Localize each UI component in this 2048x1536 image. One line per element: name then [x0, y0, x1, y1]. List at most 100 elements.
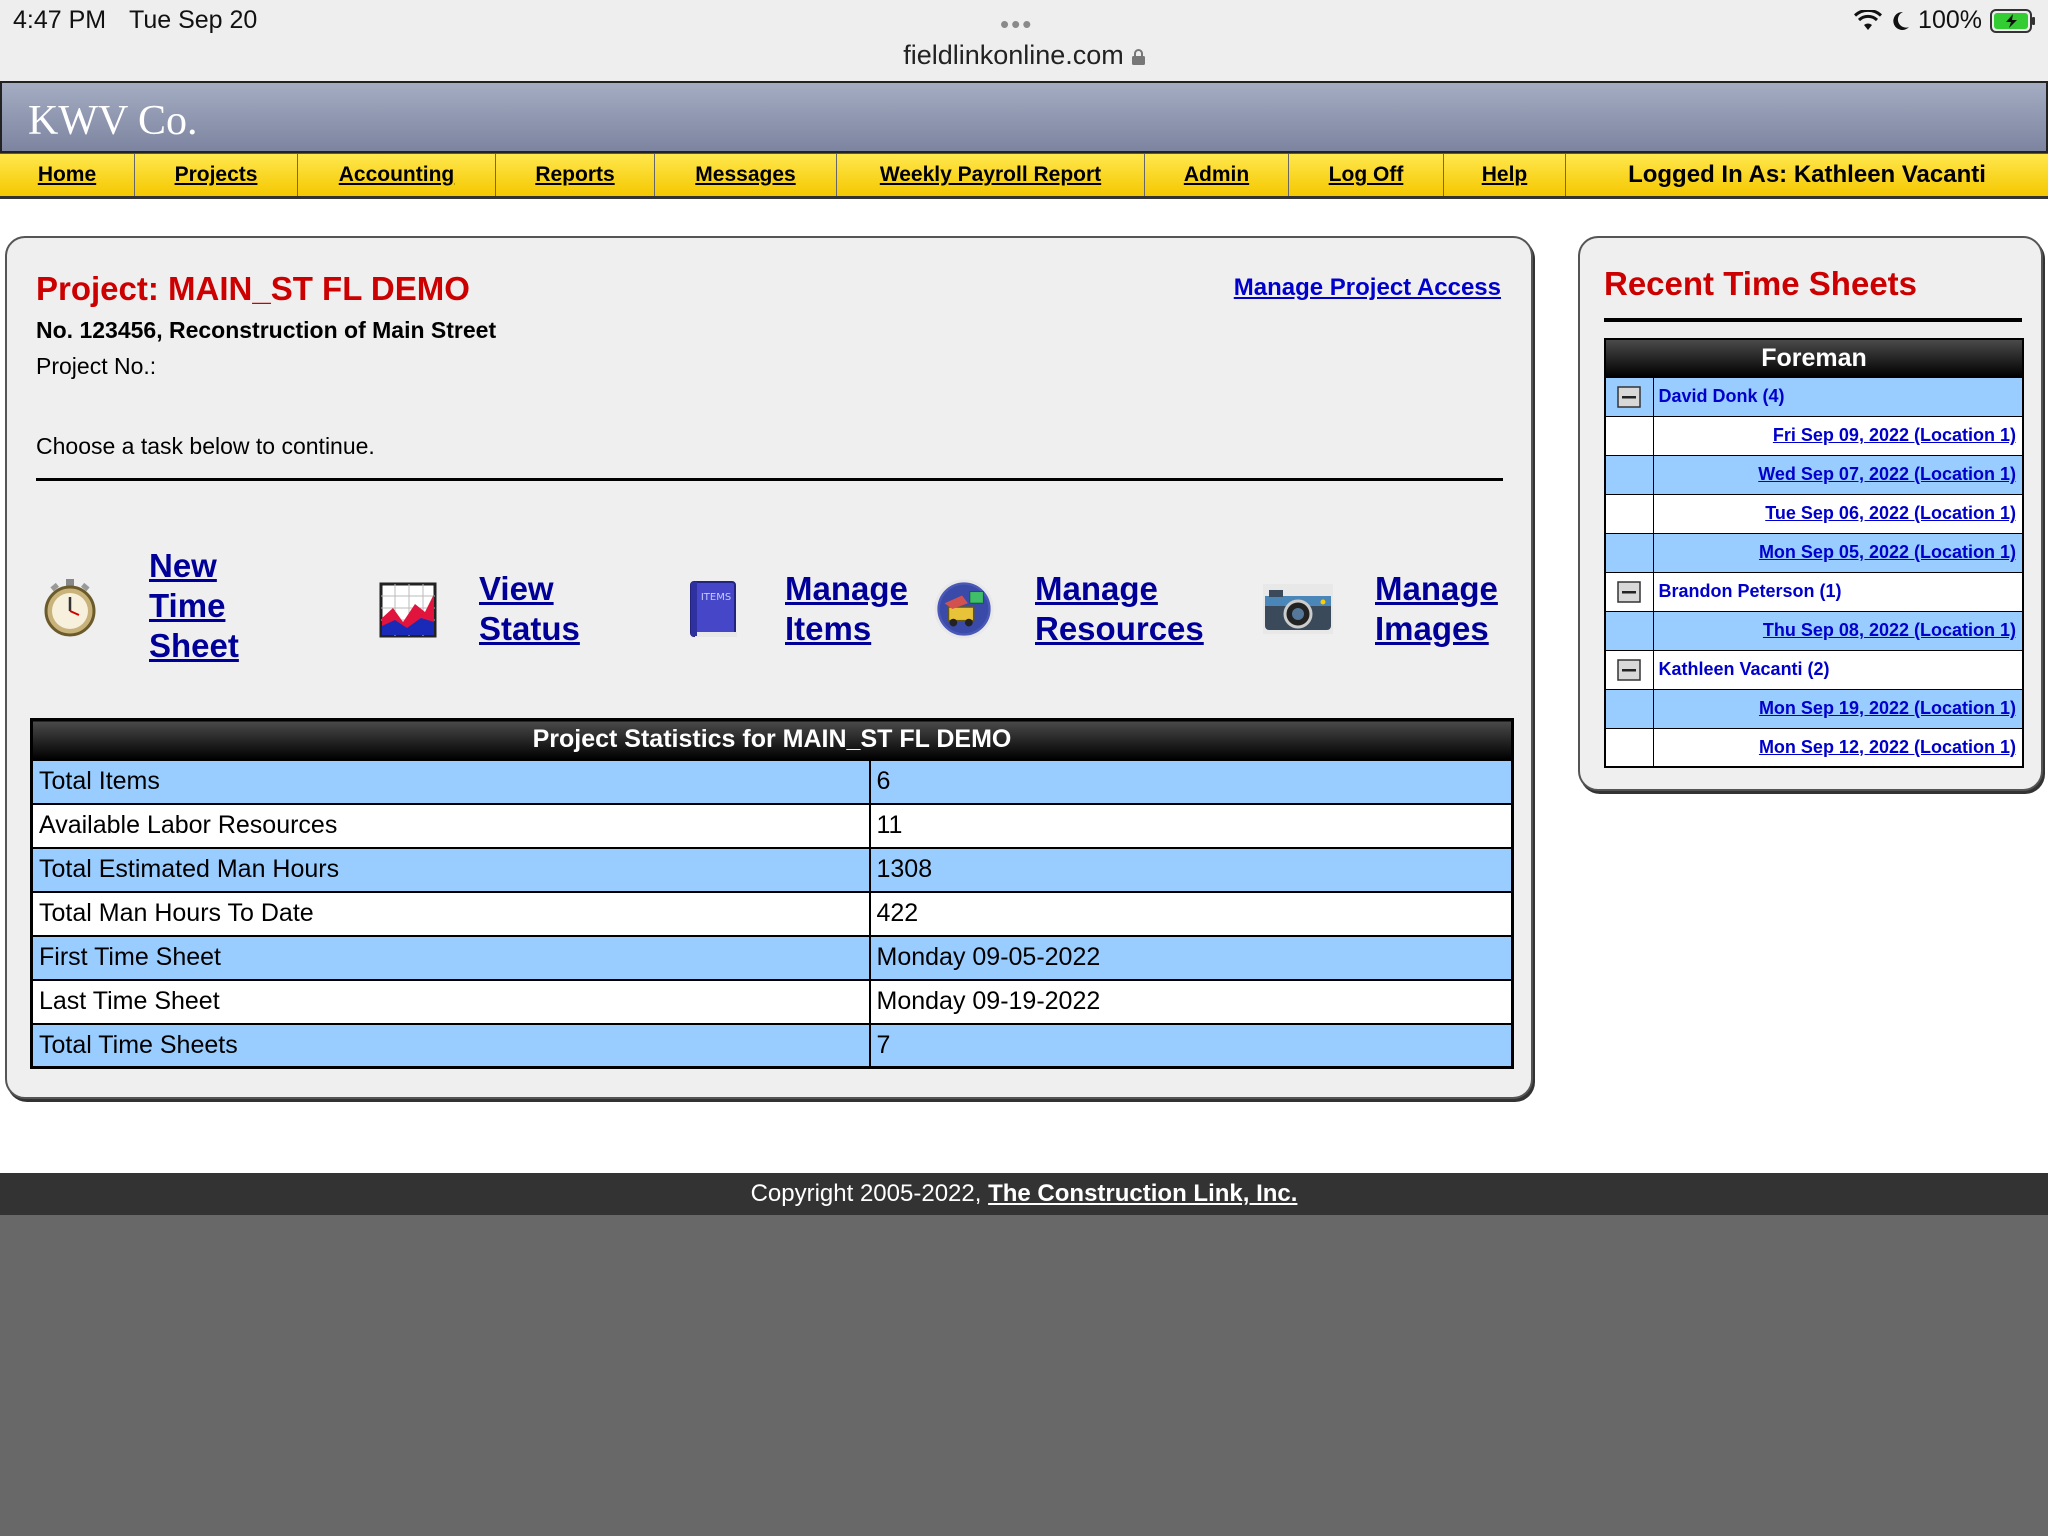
collapse-toggle[interactable] — [1604, 649, 1654, 690]
view-status-line-2[interactable]: Status — [479, 609, 580, 649]
time-sheet-row: Mon Sep 12, 2022 (Location 1) — [1604, 727, 2024, 768]
foreman-name[interactable]: Kathleen Vacanti (2) — [1652, 649, 2024, 690]
time-sheet-row: Tue Sep 06, 2022 (Location 1) — [1604, 493, 2024, 534]
divider — [36, 478, 1503, 481]
new-time-sheet-line-3[interactable]: Sheet — [149, 626, 239, 666]
nav-accounting[interactable]: Accounting — [298, 154, 496, 196]
nav-projects[interactable]: Projects — [135, 154, 298, 196]
stat-label: Total Time Sheets — [30, 1022, 871, 1069]
empty-cell — [1604, 493, 1654, 534]
time-sheet-link[interactable]: Tue Sep 06, 2022 (Location 1) — [1652, 493, 2024, 534]
stats-header: Project Statistics for MAIN_ST FL DEMO — [31, 719, 1513, 760]
moon-icon — [1893, 11, 1910, 30]
status-right: 100% — [1854, 6, 2036, 35]
manage-resources-line-2[interactable]: Resources — [1035, 609, 1204, 649]
time-sheet-link[interactable]: Mon Sep 19, 2022 (Location 1) — [1652, 688, 2024, 729]
minus-box-icon[interactable] — [1617, 658, 1641, 681]
time-sheet-link[interactable]: Wed Sep 07, 2022 (Location 1) — [1652, 454, 2024, 495]
time-sheet-row: Thu Sep 08, 2022 (Location 1) — [1604, 610, 2024, 651]
task-view-status[interactable]: View Status — [379, 569, 580, 649]
recent-time-sheets-panel: Recent Time Sheets Foreman David Donk (4… — [1578, 236, 2043, 791]
manage-items-line-2[interactable]: Items — [785, 609, 908, 649]
resources-globe-icon — [934, 579, 994, 639]
status-date: Tue Sep 20 — [129, 6, 258, 34]
collapse-toggle[interactable] — [1604, 376, 1654, 417]
stat-label: Last Time Sheet — [30, 978, 871, 1025]
manage-resources-link[interactable]: Manage Resources — [1035, 569, 1204, 649]
more-dots-icon[interactable]: ••• — [1000, 11, 1033, 37]
logged-in-as: Logged In As: Kathleen Vacanti — [1628, 161, 1986, 188]
manage-items-line-1[interactable]: Manage — [785, 569, 908, 609]
project-number: Project No.: — [36, 353, 157, 379]
table-row: Total Time Sheets 7 — [30, 1022, 1514, 1069]
stat-label: Total Man Hours To Date — [30, 890, 871, 937]
lock-icon — [1131, 49, 1145, 65]
foreman-table: Foreman David Donk (4) Fri Sep 09, 2022 … — [1604, 338, 2024, 768]
choose-task-text: Choose a task below to continue. — [36, 433, 375, 459]
nav-help[interactable]: Help — [1444, 154, 1566, 196]
task-manage-items[interactable]: ITEMS Manage Items — [685, 569, 908, 649]
company-name: KWV Co. — [28, 98, 198, 144]
view-status-link[interactable]: View Status — [479, 569, 580, 649]
minus-box-icon[interactable] — [1617, 385, 1641, 408]
nav-admin[interactable]: Admin — [1145, 154, 1289, 196]
time-sheet-link[interactable]: Thu Sep 08, 2022 (Location 1) — [1652, 610, 2024, 651]
navbar: Home Projects Accounting Reports Message… — [0, 153, 2048, 199]
footer: Copyright 2005-2022, The Construction Li… — [0, 1173, 2048, 1215]
manage-project-access-link[interactable]: Manage Project Access — [1234, 274, 1501, 302]
view-status-line-1[interactable]: View — [479, 569, 580, 609]
stat-value: 6 — [868, 758, 1514, 805]
battery-percent: 100% — [1918, 6, 1982, 34]
battery-icon — [1990, 8, 2035, 33]
task-manage-resources[interactable]: Manage Resources — [931, 569, 1204, 649]
manage-images-link[interactable]: Manage Images — [1375, 569, 1498, 649]
collapse-toggle[interactable] — [1604, 571, 1654, 612]
nav-weekly-payroll-report[interactable]: Weekly Payroll Report — [837, 154, 1145, 196]
time-sheet-link[interactable]: Mon Sep 12, 2022 (Location 1) — [1652, 727, 2024, 768]
stat-value: 1308 — [868, 846, 1514, 893]
empty-cell — [1604, 454, 1654, 495]
address-bar[interactable]: fieldlinkonline.com — [0, 40, 2048, 71]
status-time: 4:47 PM — [13, 6, 107, 34]
task-manage-images[interactable]: Manage Images — [1261, 569, 1498, 649]
time-sheet-link[interactable]: Fri Sep 09, 2022 (Location 1) — [1652, 415, 2024, 456]
minus-box-icon[interactable] — [1617, 580, 1641, 603]
nav-home[interactable]: Home — [0, 154, 135, 196]
foreman-group-row: Brandon Peterson (1) — [1604, 571, 2024, 612]
manage-images-line-1[interactable]: Manage — [1375, 569, 1498, 609]
stat-label: Total Estimated Man Hours — [30, 846, 871, 893]
project-description: No. 123456, Reconstruction of Main Stree… — [36, 317, 497, 343]
construction-link-link[interactable]: The Construction Link, Inc. — [988, 1180, 1297, 1207]
empty-cell — [1604, 610, 1654, 651]
foreman-header: Foreman — [1605, 339, 2023, 377]
manage-resources-line-1[interactable]: Manage — [1035, 569, 1204, 609]
wifi-icon — [1854, 9, 1883, 30]
project-statistics-table: Project Statistics for MAIN_ST FL DEMO T… — [30, 718, 1514, 1069]
stat-value: 422 — [868, 890, 1514, 937]
url-text: fieldlinkonline.com — [903, 40, 1124, 70]
new-time-sheet-link[interactable]: New Time Sheet — [149, 546, 239, 666]
chart-icon — [379, 582, 437, 638]
time-sheet-link[interactable]: Mon Sep 05, 2022 (Location 1) — [1652, 532, 2024, 573]
foreman-name[interactable]: Brandon Peterson (1) — [1652, 571, 2024, 612]
new-time-sheet-line-2[interactable]: Time — [149, 586, 239, 626]
manage-items-link[interactable]: Manage Items — [785, 569, 908, 649]
table-row: Last Time Sheet Monday 09-19-2022 — [30, 978, 1514, 1025]
nav-messages[interactable]: Messages — [655, 154, 837, 196]
stat-label: Available Labor Resources — [30, 802, 871, 849]
time-sheet-row: Mon Sep 19, 2022 (Location 1) — [1604, 688, 2024, 729]
nav-reports[interactable]: Reports — [496, 154, 655, 196]
stat-label: Total Items — [30, 758, 871, 805]
manage-images-line-2[interactable]: Images — [1375, 609, 1498, 649]
banner: KWV Co. — [0, 81, 2048, 153]
new-time-sheet-line-1[interactable]: New — [149, 546, 239, 586]
foreman-name[interactable]: David Donk (4) — [1652, 376, 2024, 417]
recent-time-sheets-title: Recent Time Sheets — [1604, 265, 1918, 302]
empty-cell — [1604, 727, 1654, 768]
browser-chrome: 4:47 PM Tue Sep 20 ••• fieldlinkonline.c… — [0, 0, 2048, 81]
stat-value: Monday 09-19-2022 — [868, 978, 1514, 1025]
task-new-time-sheet[interactable]: New Time Sheet — [41, 546, 239, 666]
stat-value: 11 — [868, 802, 1514, 849]
nav-log-off[interactable]: Log Off — [1289, 154, 1444, 196]
foreman-group-row: Kathleen Vacanti (2) — [1604, 649, 2024, 690]
